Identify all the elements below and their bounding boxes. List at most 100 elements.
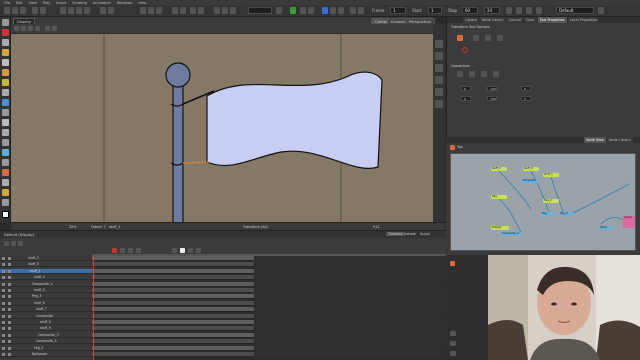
tl-last-icon[interactable] xyxy=(196,248,201,253)
color-swatch-icon[interactable] xyxy=(2,211,9,218)
visibility-icon[interactable] xyxy=(2,353,5,356)
select-tool-icon[interactable] xyxy=(2,19,9,26)
tl-first-icon[interactable] xyxy=(188,248,193,253)
visibility-icon[interactable] xyxy=(2,321,5,324)
layer-row[interactable]: stuff_2 xyxy=(0,256,92,261)
menu-file[interactable]: File xyxy=(4,1,10,5)
lock-icon[interactable] xyxy=(8,257,11,260)
skew-field[interactable]: 0 xyxy=(521,96,531,101)
save-icon[interactable] xyxy=(20,7,26,14)
stop-field[interactable]: 60 xyxy=(462,7,478,14)
play-icon[interactable] xyxy=(322,7,328,14)
empty-frames[interactable] xyxy=(254,307,446,313)
empty-frames[interactable] xyxy=(254,313,446,319)
visibility-icon[interactable] xyxy=(2,301,5,305)
visibility-icon[interactable] xyxy=(2,289,5,292)
smooth-tool-icon[interactable] xyxy=(2,119,9,126)
ellipse-tool-icon[interactable] xyxy=(2,79,9,86)
reset-icon[interactable] xyxy=(493,71,499,77)
lock-icon[interactable] xyxy=(8,269,11,273)
tl-play-icon[interactable] xyxy=(172,248,177,253)
contour-editor-icon[interactable] xyxy=(2,129,9,136)
peg-select-icon[interactable] xyxy=(457,35,463,41)
node-stuff-2[interactable]: stuff_2 xyxy=(491,167,507,171)
visibility-icon[interactable] xyxy=(2,263,5,267)
empty-frames[interactable] xyxy=(254,262,446,268)
add-peg-icon[interactable] xyxy=(11,241,16,246)
zoom-tool-icon[interactable] xyxy=(2,149,9,156)
menu-animation[interactable]: Animation xyxy=(93,1,111,5)
frame-row[interactable] xyxy=(92,313,446,319)
light-icon[interactable] xyxy=(435,64,443,72)
lock-icon[interactable] xyxy=(8,263,11,267)
layer-row[interactable]: stuff_6 xyxy=(0,301,92,306)
y-field[interactable]: 0 xyxy=(461,96,471,101)
menu-insert[interactable]: Insert xyxy=(56,1,66,5)
fps-field[interactable]: 24 xyxy=(484,7,500,14)
lock-icon[interactable] xyxy=(8,282,11,286)
select-icon[interactable] xyxy=(60,7,66,14)
cutter-tool-icon[interactable] xyxy=(2,109,9,116)
node-peg-2[interactable]: Peg_2 xyxy=(559,212,573,216)
frame-row[interactable] xyxy=(92,262,446,268)
loop-icon[interactable] xyxy=(156,7,162,14)
visibility-icon[interactable] xyxy=(2,257,5,260)
zoom-dropdown[interactable] xyxy=(248,7,272,14)
angle-field[interactable]: 0 xyxy=(521,86,531,91)
tab-node-view[interactable]: Node View xyxy=(584,137,606,143)
reset-view-icon[interactable] xyxy=(14,26,19,31)
camera-icon[interactable] xyxy=(198,7,204,14)
delete-layer-icon[interactable] xyxy=(18,241,23,246)
empty-frames[interactable] xyxy=(254,275,446,281)
layer-row[interactable]: Composite xyxy=(0,314,92,319)
lock-icon[interactable] xyxy=(8,333,11,337)
x-field[interactable]: 0 xyxy=(461,86,471,91)
settings-icon[interactable] xyxy=(276,7,282,14)
empty-frames[interactable] xyxy=(254,300,446,306)
layer-row[interactable]: stuff_9 xyxy=(0,326,92,332)
node-canvas[interactable]: stuff_2 stuff_3 stuff_1 Composite flag f… xyxy=(450,153,636,251)
height-field[interactable]: 100 xyxy=(487,96,497,101)
first-frame-icon[interactable] xyxy=(148,7,154,14)
lasso-icon[interactable] xyxy=(462,47,468,53)
node-comp[interactable]: Comp xyxy=(623,216,635,228)
layer-row[interactable]: stuff_1 xyxy=(0,268,92,274)
layer-row[interactable]: Composite_4 xyxy=(0,282,92,287)
frame-row[interactable] xyxy=(92,281,446,287)
motion-icon[interactable] xyxy=(180,7,186,14)
workspace-save-icon[interactable] xyxy=(598,7,604,14)
dropper-tool-icon[interactable] xyxy=(2,139,9,146)
layer-row[interactable]: Ball/wave xyxy=(0,352,92,357)
shade-icon[interactable] xyxy=(435,52,443,60)
lock-icon[interactable] xyxy=(8,327,11,331)
node-stuff-3[interactable]: stuff_3 xyxy=(523,167,539,171)
frame-row[interactable] xyxy=(92,268,446,274)
pencil-icon[interactable] xyxy=(84,7,90,14)
frame-grid[interactable] xyxy=(92,256,446,360)
lock-icon[interactable] xyxy=(8,308,11,312)
visibility-icon[interactable] xyxy=(2,276,5,280)
tab-control[interactable]: Control xyxy=(506,17,523,23)
visibility-icon[interactable] xyxy=(2,340,5,344)
empty-frames[interactable] xyxy=(254,332,446,338)
empty-frames[interactable] xyxy=(254,281,446,287)
frame-row[interactable] xyxy=(92,339,446,345)
empty-frames[interactable] xyxy=(254,352,446,357)
tab-node-library[interactable]: Node Library xyxy=(479,17,506,23)
frame-field[interactable]: 1 xyxy=(390,7,406,14)
empty-frames[interactable] xyxy=(254,345,446,351)
line-tool-icon[interactable] xyxy=(2,89,9,96)
layer-row[interactable]: stuff_3 xyxy=(0,262,92,268)
visibility-icon[interactable] xyxy=(2,346,5,350)
rectangle-tool-icon[interactable] xyxy=(2,69,9,76)
grid-icon[interactable] xyxy=(308,7,314,14)
mask-icon[interactable] xyxy=(45,26,50,31)
key-prev-icon[interactable] xyxy=(120,248,125,253)
menu-play[interactable]: Play xyxy=(43,1,50,5)
frame-row[interactable] xyxy=(92,320,446,325)
step-back-icon[interactable] xyxy=(338,7,344,14)
redo-icon[interactable] xyxy=(40,7,46,14)
stop-icon[interactable] xyxy=(140,7,146,14)
key-next-icon[interactable] xyxy=(136,248,141,253)
transform-tool-icon[interactable] xyxy=(2,169,9,176)
